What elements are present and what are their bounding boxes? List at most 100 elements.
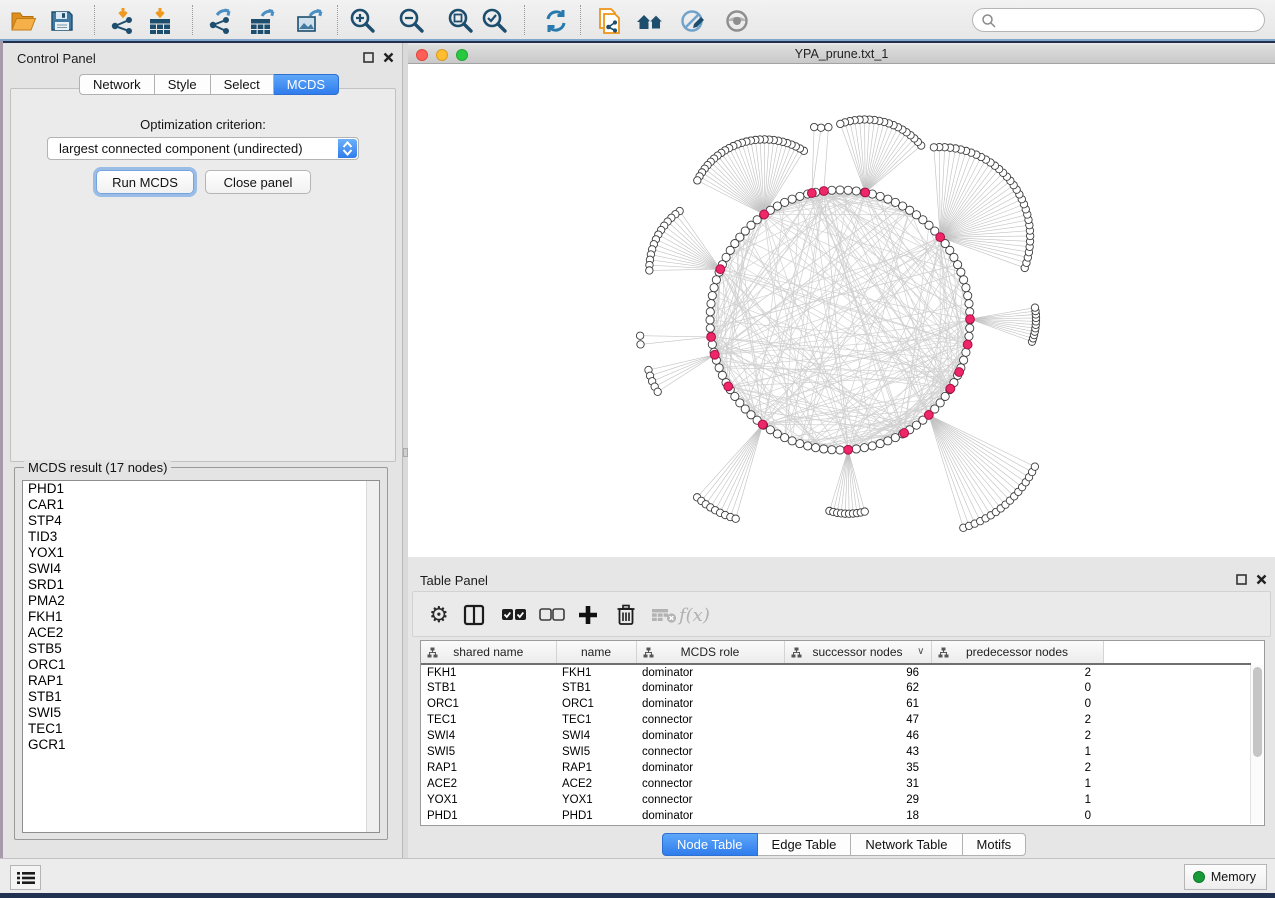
- zoom-fit-icon[interactable]: [446, 6, 476, 36]
- table-row[interactable]: YOX1YOX1connector291: [421, 792, 1251, 808]
- mcds-result-item[interactable]: TEC1: [23, 721, 379, 737]
- mcds-result-item[interactable]: ACE2: [23, 625, 379, 641]
- table-panel-title: Table Panel: [420, 573, 488, 588]
- network-window-title: YPA_prune.txt_1: [408, 47, 1275, 61]
- add-column-icon[interactable]: [578, 601, 598, 629]
- zoom-selected-icon[interactable]: [480, 6, 510, 36]
- mcds-list-scrollbar[interactable]: [366, 481, 379, 832]
- column-header-shared-name[interactable]: shared name: [421, 641, 556, 664]
- mcds-result-item[interactable]: STP4: [23, 513, 379, 529]
- mcds-result-item[interactable]: CAR1: [23, 497, 379, 513]
- control-panel-tabs: Network Style Select MCDS: [79, 74, 339, 95]
- optimization-criterion-label: Optimization criterion:: [11, 117, 395, 132]
- sort-descending-icon[interactable]: ∨: [917, 646, 924, 657]
- import-table-icon[interactable]: [145, 6, 175, 36]
- table-cell: 18: [784, 808, 931, 824]
- node-table-body: FKH1FKH1dominator962STB1STB1dominator620…: [421, 664, 1251, 824]
- mcds-result-item[interactable]: SWI5: [23, 705, 379, 721]
- table-row[interactable]: ACE2ACE2connector311: [421, 776, 1251, 792]
- table-cell: 46: [784, 728, 931, 744]
- status-bar: Memory: [0, 858, 1275, 893]
- mcds-result-item[interactable]: SRD1: [23, 577, 379, 593]
- table-row[interactable]: TEC1TEC1connector472: [421, 712, 1251, 728]
- scrollbar-thumb[interactable]: [1253, 667, 1262, 757]
- clone-network-icon[interactable]: [594, 6, 624, 36]
- tab-select[interactable]: Select: [211, 74, 274, 95]
- open-icon[interactable]: [8, 6, 38, 36]
- tab-network[interactable]: Network: [79, 74, 155, 95]
- select-all-icon[interactable]: [501, 601, 527, 629]
- split-view-icon[interactable]: [463, 601, 485, 629]
- mcds-result-title: MCDS result (17 nodes): [24, 460, 171, 475]
- table-row[interactable]: FKH1FKH1dominator962: [421, 664, 1251, 680]
- search-input[interactable]: [1001, 10, 1256, 30]
- mcds-result-item[interactable]: YOX1: [23, 545, 379, 561]
- mcds-result-item[interactable]: TID3: [23, 529, 379, 545]
- tab-network-table[interactable]: Network Table: [851, 833, 962, 856]
- export-network-icon[interactable]: [206, 6, 236, 36]
- close-panel-icon[interactable]: [383, 52, 394, 63]
- zoom-in-icon[interactable]: [348, 6, 378, 36]
- memory-button[interactable]: Memory: [1184, 864, 1267, 890]
- column-header-predecessor-nodes[interactable]: predecessor nodes: [931, 641, 1103, 664]
- deselect-all-icon[interactable]: [539, 601, 565, 629]
- refresh-icon[interactable]: [541, 6, 571, 36]
- table-row[interactable]: PHD1PHD1dominator180: [421, 808, 1251, 824]
- tab-edge-table[interactable]: Edge Table: [758, 833, 852, 856]
- table-row[interactable]: ORC1ORC1dominator610: [421, 696, 1251, 712]
- table-cell: SWI4: [556, 728, 636, 744]
- float-panel-icon[interactable]: [1236, 574, 1247, 585]
- float-panel-icon[interactable]: [363, 52, 374, 63]
- mcds-result-item[interactable]: STB5: [23, 641, 379, 657]
- close-panel-icon[interactable]: [1256, 574, 1267, 585]
- import-network-icon[interactable]: [108, 6, 138, 36]
- optimization-criterion-select[interactable]: largest connected component (undirected): [47, 137, 359, 160]
- column-header-successor-nodes[interactable]: successor nodes∨: [784, 641, 931, 664]
- mcds-result-item[interactable]: STB1: [23, 689, 379, 705]
- column-tree-icon: [643, 647, 654, 661]
- table-cell: PHD1: [556, 808, 636, 824]
- table-tabs: Node Table Edge Table Network Table Moti…: [662, 833, 1026, 856]
- export-image-icon[interactable]: [294, 6, 324, 36]
- delete-column-icon[interactable]: [616, 601, 636, 629]
- gear-icon[interactable]: ⚙: [429, 601, 449, 629]
- mcds-result-item[interactable]: GCR1: [23, 737, 379, 753]
- eye-icon[interactable]: [722, 6, 752, 36]
- close-panel-button[interactable]: Close panel: [205, 170, 311, 194]
- table-cell: STB1: [556, 680, 636, 696]
- table-row[interactable]: STB1STB1dominator620: [421, 680, 1251, 696]
- destroy-table-icon: [651, 601, 677, 629]
- table-row[interactable]: SWI5SWI5connector431: [421, 744, 1251, 760]
- tab-mcds[interactable]: MCDS: [274, 74, 339, 95]
- table-row[interactable]: SWI4SWI4dominator462: [421, 728, 1251, 744]
- table-cell: 61: [784, 696, 931, 712]
- tab-style[interactable]: Style: [155, 74, 211, 95]
- mcds-result-item[interactable]: RAP1: [23, 673, 379, 689]
- table-scrollbar[interactable]: [1250, 665, 1263, 824]
- save-icon[interactable]: [47, 6, 77, 36]
- mcds-result-item[interactable]: PMA2: [23, 593, 379, 609]
- table-cell-filler: [1103, 680, 1251, 696]
- table-cell: connector: [636, 776, 784, 792]
- tab-motifs[interactable]: Motifs: [963, 833, 1027, 856]
- tab-node-table[interactable]: Node Table: [662, 833, 758, 856]
- mcds-result-item[interactable]: SWI4: [23, 561, 379, 577]
- task-history-button[interactable]: [10, 865, 41, 890]
- export-table-icon[interactable]: [247, 6, 277, 36]
- column-tree-icon: [427, 647, 438, 661]
- mcds-result-item[interactable]: ORC1: [23, 657, 379, 673]
- houses-icon[interactable]: [635, 6, 665, 36]
- network-canvas[interactable]: [408, 64, 1275, 557]
- table-row[interactable]: RAP1RAP1dominator352: [421, 760, 1251, 776]
- graphics-details-icon[interactable]: [678, 6, 708, 36]
- table-cell-filler: [1103, 776, 1251, 792]
- zoom-out-icon[interactable]: [397, 6, 427, 36]
- control-panel-title: Control Panel: [17, 51, 96, 66]
- column-header-mcds-role[interactable]: MCDS role: [636, 641, 784, 664]
- mcds-result-item[interactable]: PHD1: [23, 481, 379, 497]
- mcds-result-item[interactable]: FKH1: [23, 609, 379, 625]
- application-window: Control Panel Network Style Select MCDS …: [0, 0, 1275, 898]
- run-mcds-button[interactable]: Run MCDS: [96, 170, 194, 194]
- table-cell: RAP1: [421, 760, 556, 776]
- column-header-name[interactable]: name: [556, 641, 636, 664]
